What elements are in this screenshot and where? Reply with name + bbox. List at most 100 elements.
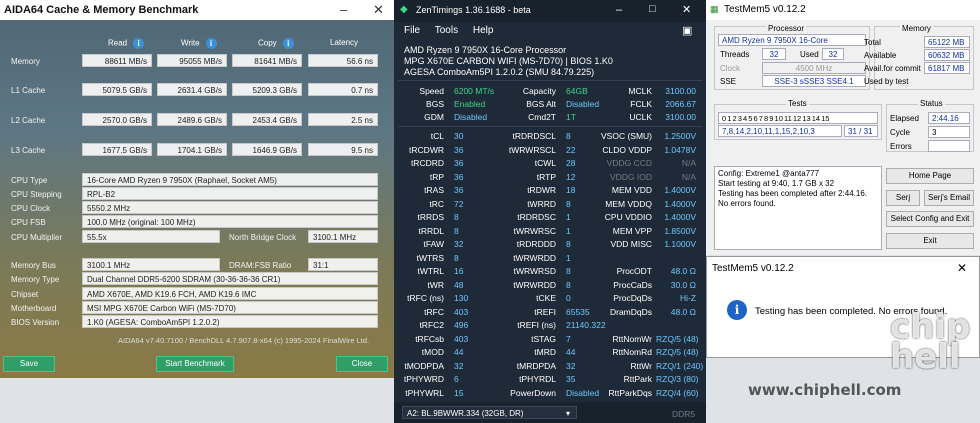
zen.timings-cell: 16 <box>454 266 464 276</box>
processor-label: Processor <box>766 24 807 33</box>
total-value: 65122 MB <box>924 36 970 48</box>
select-config-button[interactable]: Select Config and Exit <box>886 211 974 227</box>
dimm-select[interactable]: A2: BL.9BWWR.334 (32GB, DR) ▾ <box>402 406 577 419</box>
test-numbers: 0 1 2 3 4 5 6 7 8 9 10 11 12 13 14 15 <box>718 112 878 124</box>
zen.timings-cell: tRCDWR <box>409 144 444 155</box>
zen.top-cell: 2066.67 <box>665 99 696 109</box>
home-page-button[interactable]: Home Page <box>886 168 974 184</box>
used-by-test-label: Used by test <box>864 77 909 86</box>
nb-clock-label: North Bridge Clock <box>229 233 297 242</box>
info-icon[interactable]: i <box>282 38 294 49</box>
used-label: Used <box>800 50 819 59</box>
menu-help[interactable]: Help <box>473 25 494 36</box>
zen.timings-cell: 12 <box>566 171 576 182</box>
zen.timings-cell: CLDO VDDP <box>602 144 652 155</box>
zen.timings-cell: 30 <box>454 131 464 141</box>
save-button[interactable]: Save <box>3 356 55 372</box>
cpu-type-value: 16-Core AMD Ryzen 9 7950X (Raphael, Sock… <box>82 173 378 186</box>
zen.timings-cell: tRFCsb <box>415 333 444 344</box>
cycle-label: Cycle <box>890 128 911 137</box>
zen.timings-cell: 28 <box>566 158 576 168</box>
zen.timings-cell: 32 <box>454 360 464 371</box>
zentimings-title: ZenTimings 1.36.1688 - beta <box>416 5 531 15</box>
zen.timings-cell: 48.0 Ω <box>670 306 696 317</box>
dialog-title: TestMem5 v0.12.2 <box>712 263 794 274</box>
threads-value: 32 <box>762 48 786 60</box>
zen.timings-cell: tCKE <box>536 293 556 303</box>
zen.timings-cell: 1.8500V <box>664 225 696 236</box>
info-icon: i <box>727 300 747 320</box>
agesa-info: AGESA ComboAm5PI 1.2.0.2 (SMU 84.79.225) <box>404 67 595 77</box>
dram-fsb-label: DRAM:FSB Ratio <box>229 261 292 270</box>
zen.timings-cell: tREFI (ns) <box>517 320 556 330</box>
zen.timings-cell: 15 <box>454 387 464 398</box>
exit-button[interactable]: Exit <box>886 233 974 249</box>
start-benchmark-button[interactable]: Start Benchmark <box>156 356 234 372</box>
info-icon[interactable]: i <box>205 38 217 49</box>
zen.timings-cell: RZQ/4 (60) <box>656 387 699 398</box>
zen.timings-cell: 6 <box>454 374 459 384</box>
close-button[interactable]: Close <box>336 356 388 372</box>
maximize-icon[interactable]: □ <box>649 3 656 15</box>
serj-button[interactable]: Serj <box>886 190 920 206</box>
info-icon[interactable]: i <box>133 38 145 49</box>
l1-read: 5079.5 GB/s <box>82 83 152 96</box>
zen.timings-cell: tWRRD <box>527 198 556 209</box>
zen.top-cell: 1T <box>566 112 576 122</box>
cpu-name: AMD Ryzen 9 7950X 16-Core Processor <box>404 45 567 55</box>
zentimings-menubar: File Tools Help ▣ <box>394 22 706 40</box>
test-progress: 31 / 31 <box>844 125 878 137</box>
menu-file[interactable]: File <box>404 25 420 36</box>
camera-icon[interactable]: ▣ <box>682 24 692 37</box>
zen.timings-cell: MEM VDDQ <box>605 198 652 209</box>
zen.timings-cell: 36 <box>454 158 464 168</box>
zen.timings-cell: RZQ/5 (48) <box>656 347 699 357</box>
zen.timings-cell: tPHYWRL <box>405 387 444 398</box>
zen.timings-cell: tRDRDDD <box>516 239 556 249</box>
zen.timings-cell: 36 <box>454 144 464 155</box>
serj-email-button[interactable]: Serj's Email <box>924 190 974 206</box>
l1-copy: 5209.3 GB/s <box>232 83 302 96</box>
row-label: L2 Cache <box>11 116 46 125</box>
zen.timings-cell: RttNomWr <box>612 333 652 344</box>
commit-value: 61817 MB <box>924 62 970 74</box>
zen.timings-cell: tCL <box>430 131 444 141</box>
zen.timings-cell: 1.0478V <box>664 144 696 155</box>
cpu-fsb-label: CPU FSB <box>11 218 46 227</box>
l3-read: 1677.5 GB/s <box>82 143 152 156</box>
zen.timings-cell: tSTAG <box>531 333 556 344</box>
errors-label: Errors <box>890 142 912 151</box>
zen.timings-cell: tRDRDSC <box>517 212 556 222</box>
zen.timings-cell: tWTRL <box>417 266 444 276</box>
zen.timings-cell: 8 <box>454 225 459 236</box>
zen.timings-cell: VDDG IOD <box>609 171 652 182</box>
minimize-icon[interactable]: – <box>340 2 347 17</box>
elapsed-value: 2:44.16 <box>928 112 970 124</box>
zen.timings-cell: 1.2500V <box>664 131 696 141</box>
zen.timings-cell: RttParkDqs <box>608 387 652 398</box>
zen.timings-cell: 48.0 Ω <box>670 266 696 276</box>
close-icon[interactable]: ✕ <box>373 2 384 18</box>
zen.timings-cell: 44 <box>454 347 464 357</box>
aida64-title: AIDA64 Cache & Memory Benchmark <box>4 4 199 16</box>
zen.top-cell: Cmd2T <box>528 112 556 122</box>
zen.top-cell: 3100.00 <box>665 112 696 122</box>
read-header: Read i <box>108 38 145 49</box>
close-icon[interactable]: ✕ <box>957 261 967 275</box>
zen.timings-cell: 1 <box>566 212 571 222</box>
minimize-icon[interactable]: – <box>616 4 622 16</box>
elapsed-label: Elapsed <box>890 114 919 123</box>
cpu-fsb-value: 100.0 MHz (original: 100 MHz) <box>82 215 378 228</box>
clock-value: 4500 MHz <box>762 62 866 74</box>
log-line: No errors found. <box>718 199 776 208</box>
zen.timings-cell: 0 <box>566 293 571 303</box>
tests-label: Tests <box>786 99 809 108</box>
zen.timings-cell: tRP <box>429 171 444 182</box>
log-box: Config: Extreme1 @anta777 Start testing … <box>714 166 882 250</box>
zen.timings-cell: tRDRDSCL <box>512 131 556 141</box>
zen.timings-cell: 32 <box>454 239 464 249</box>
menu-tools[interactable]: Tools <box>435 25 458 36</box>
status-label: Status <box>918 99 945 108</box>
close-icon[interactable]: ✕ <box>682 3 691 16</box>
zentimings-titlebar: ◆ ZenTimings 1.36.1688 - beta – □ ✕ <box>394 0 706 22</box>
